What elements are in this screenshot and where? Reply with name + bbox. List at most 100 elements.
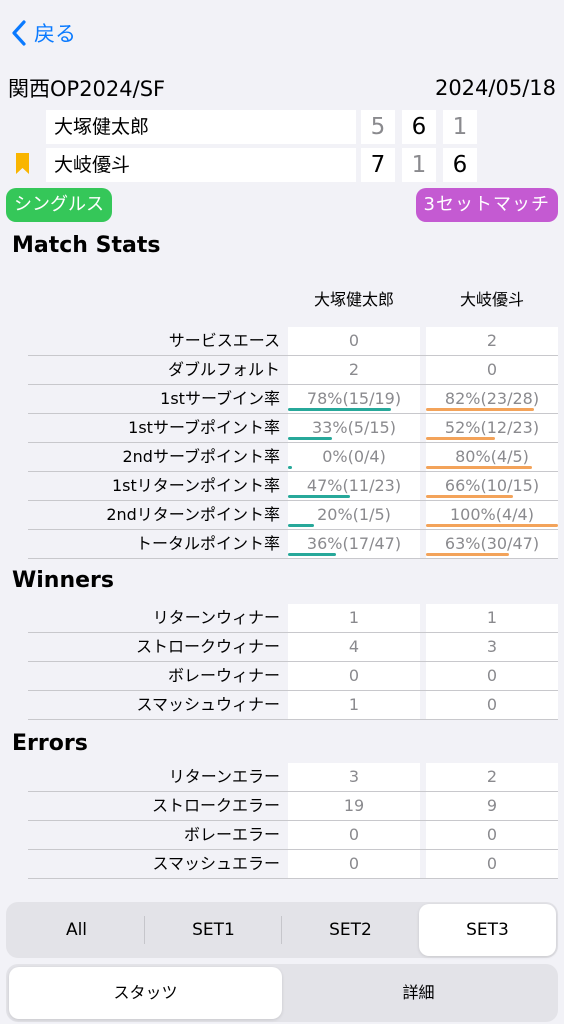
stat-value-text: 0 (486, 695, 498, 714)
tab-stats[interactable]: スタッツ (9, 967, 282, 1019)
stat-row: 1stサーブイン率 78%(15/19) 82%(23/28) (28, 385, 558, 414)
stat-row: トータルポイント率 36%(17/47) 63%(30/47) (28, 530, 558, 559)
column-header-p2: 大岐優斗 (459, 290, 524, 309)
stat-value-text: 2 (486, 767, 498, 786)
stat-value-p1: 0 (288, 850, 420, 878)
stat-label: スマッシュエラー (152, 854, 280, 873)
percentage-bar-p2 (426, 437, 495, 440)
stat-value-text: 3 (486, 637, 498, 656)
stat-row: ボレーウィナー 0 0 (28, 662, 558, 691)
percentage-bar-p1 (288, 437, 332, 440)
stat-value-text: 0 (486, 360, 498, 379)
set-score-p1-s2: 6 (402, 110, 436, 144)
row-divider (28, 558, 558, 559)
stat-value-text: 52%(12/23) (444, 418, 540, 437)
stat-value-p2: 3 (426, 633, 558, 661)
stat-label: ストロークエラー (151, 796, 280, 815)
stat-value-p1: 0 (288, 327, 420, 355)
stat-row: 1stサーブポイント率 33%(5/15) 52%(12/23) (28, 414, 558, 443)
stat-label: 1stリターンポイント率 (112, 476, 280, 495)
back-label: 戻る (34, 22, 76, 46)
stat-row: 2ndサーブポイント率 0%(0/4) 80%(4/5) (28, 443, 558, 472)
stat-value-text: 19 (343, 796, 365, 815)
stat-row: ストロークウィナー 4 3 (28, 633, 558, 662)
stat-value-text: 0 (486, 666, 498, 685)
stat-value-p1: 0 (288, 821, 420, 849)
stat-value-text: 0 (348, 854, 360, 873)
stat-row: スマッシュウィナー 1 0 (28, 691, 558, 720)
stat-value-text: 0 (486, 854, 498, 873)
tab-set2[interactable]: SET2 (282, 904, 419, 956)
stat-label: ボレーエラー (183, 825, 280, 844)
tab-all[interactable]: All (8, 904, 145, 956)
stat-row: リターンウィナー 1 1 (28, 604, 558, 633)
stat-value-p2: 0 (426, 356, 558, 384)
player-row-2: 大岐優斗 7 1 6 (0, 148, 564, 182)
chevron-left-icon (12, 20, 26, 46)
stat-value-p1: 47%(11/23) (288, 472, 420, 500)
stat-label: 1stサーブイン率 (160, 389, 280, 408)
stat-value-p2: 1 (426, 604, 558, 632)
stat-value-p2: 0 (426, 662, 558, 690)
tab-set3[interactable]: SET3 (419, 904, 556, 956)
stat-label: 1stサーブポイント率 (128, 418, 280, 437)
stat-value-p2: 100%(4/4) (426, 501, 558, 529)
stat-row: ダブルフォルト 2 0 (28, 356, 558, 385)
errors-heading: Errors (12, 731, 88, 756)
back-button[interactable]: 戻る (10, 16, 76, 50)
stat-value-p1: 0 (288, 662, 420, 690)
percentage-bar-p2 (426, 495, 514, 498)
stat-row: スマッシュエラー 0 0 (28, 850, 558, 879)
row-divider (28, 719, 558, 720)
set-score-p1-s1: 5 (361, 110, 395, 144)
stat-value-text: 4 (348, 637, 360, 656)
bookmark-icon[interactable] (16, 153, 29, 174)
percentage-bar-p1 (288, 408, 391, 411)
tab-set1[interactable]: SET1 (145, 904, 282, 956)
stat-value-p1: 4 (288, 633, 420, 661)
stat-label: リターンエラー (168, 767, 280, 786)
stat-value-p1: 2 (288, 356, 420, 384)
stat-value-p2: 9 (426, 792, 558, 820)
stat-value-p2: 80%(4/5) (426, 443, 558, 471)
stat-value-p1: 36%(17/47) (288, 530, 420, 558)
stat-value-text: 63%(30/47) (444, 534, 540, 553)
stat-value-p1: 0%(0/4) (288, 443, 420, 471)
stat-value-text: 36%(17/47) (306, 534, 402, 553)
stat-label: リターンウィナー (152, 608, 280, 627)
stat-value-p2: 2 (426, 327, 558, 355)
match-stats-heading: Match Stats (12, 233, 161, 258)
stat-value-text: 100%(4/4) (450, 505, 534, 524)
match-date: 2024/05/18 (434, 76, 556, 100)
set-score-p2-s1: 7 (361, 148, 395, 182)
tab-details[interactable]: 詳細 (282, 967, 555, 1019)
winners-heading: Winners (12, 568, 114, 593)
stat-value-p2: 2 (426, 763, 558, 791)
stat-value-text: 2 (348, 360, 360, 379)
tab-label: SET2 (329, 920, 372, 940)
player-name-2: 大岐優斗 (46, 148, 356, 182)
stat-value-p2: 82%(23/28) (426, 385, 558, 413)
column-header-p1: 大塚健太郎 (313, 290, 394, 309)
stat-value-text: 33%(5/15) (312, 418, 396, 437)
stat-value-text: 0 (348, 825, 360, 844)
tab-label: スタッツ (113, 983, 178, 1002)
stat-row: 2ndリターンポイント率 20%(1/5) 100%(4/4) (28, 501, 558, 530)
stat-label: サービスエース (168, 331, 280, 350)
stat-value-text: 1 (486, 608, 498, 627)
row-divider (28, 878, 558, 879)
stat-value-p1: 78%(15/19) (288, 385, 420, 413)
stat-value-text: 80%(4/5) (455, 447, 529, 466)
set-score-p2-s2: 1 (402, 148, 436, 182)
tab-label: SET1 (192, 920, 235, 940)
stat-value-text: 0 (486, 825, 498, 844)
stat-row: ボレーエラー 0 0 (28, 821, 558, 850)
percentage-bar-p2 (426, 466, 532, 469)
stat-row: リターンエラー 3 2 (28, 763, 558, 792)
stat-value-p1: 20%(1/5) (288, 501, 420, 529)
tab-label: SET3 (466, 920, 509, 940)
percentage-bar-p2 (426, 524, 558, 527)
stat-value-text: 1 (348, 695, 360, 714)
set-score-p2-s3: 6 (443, 148, 477, 182)
stat-label: ボレーウィナー (167, 666, 280, 685)
